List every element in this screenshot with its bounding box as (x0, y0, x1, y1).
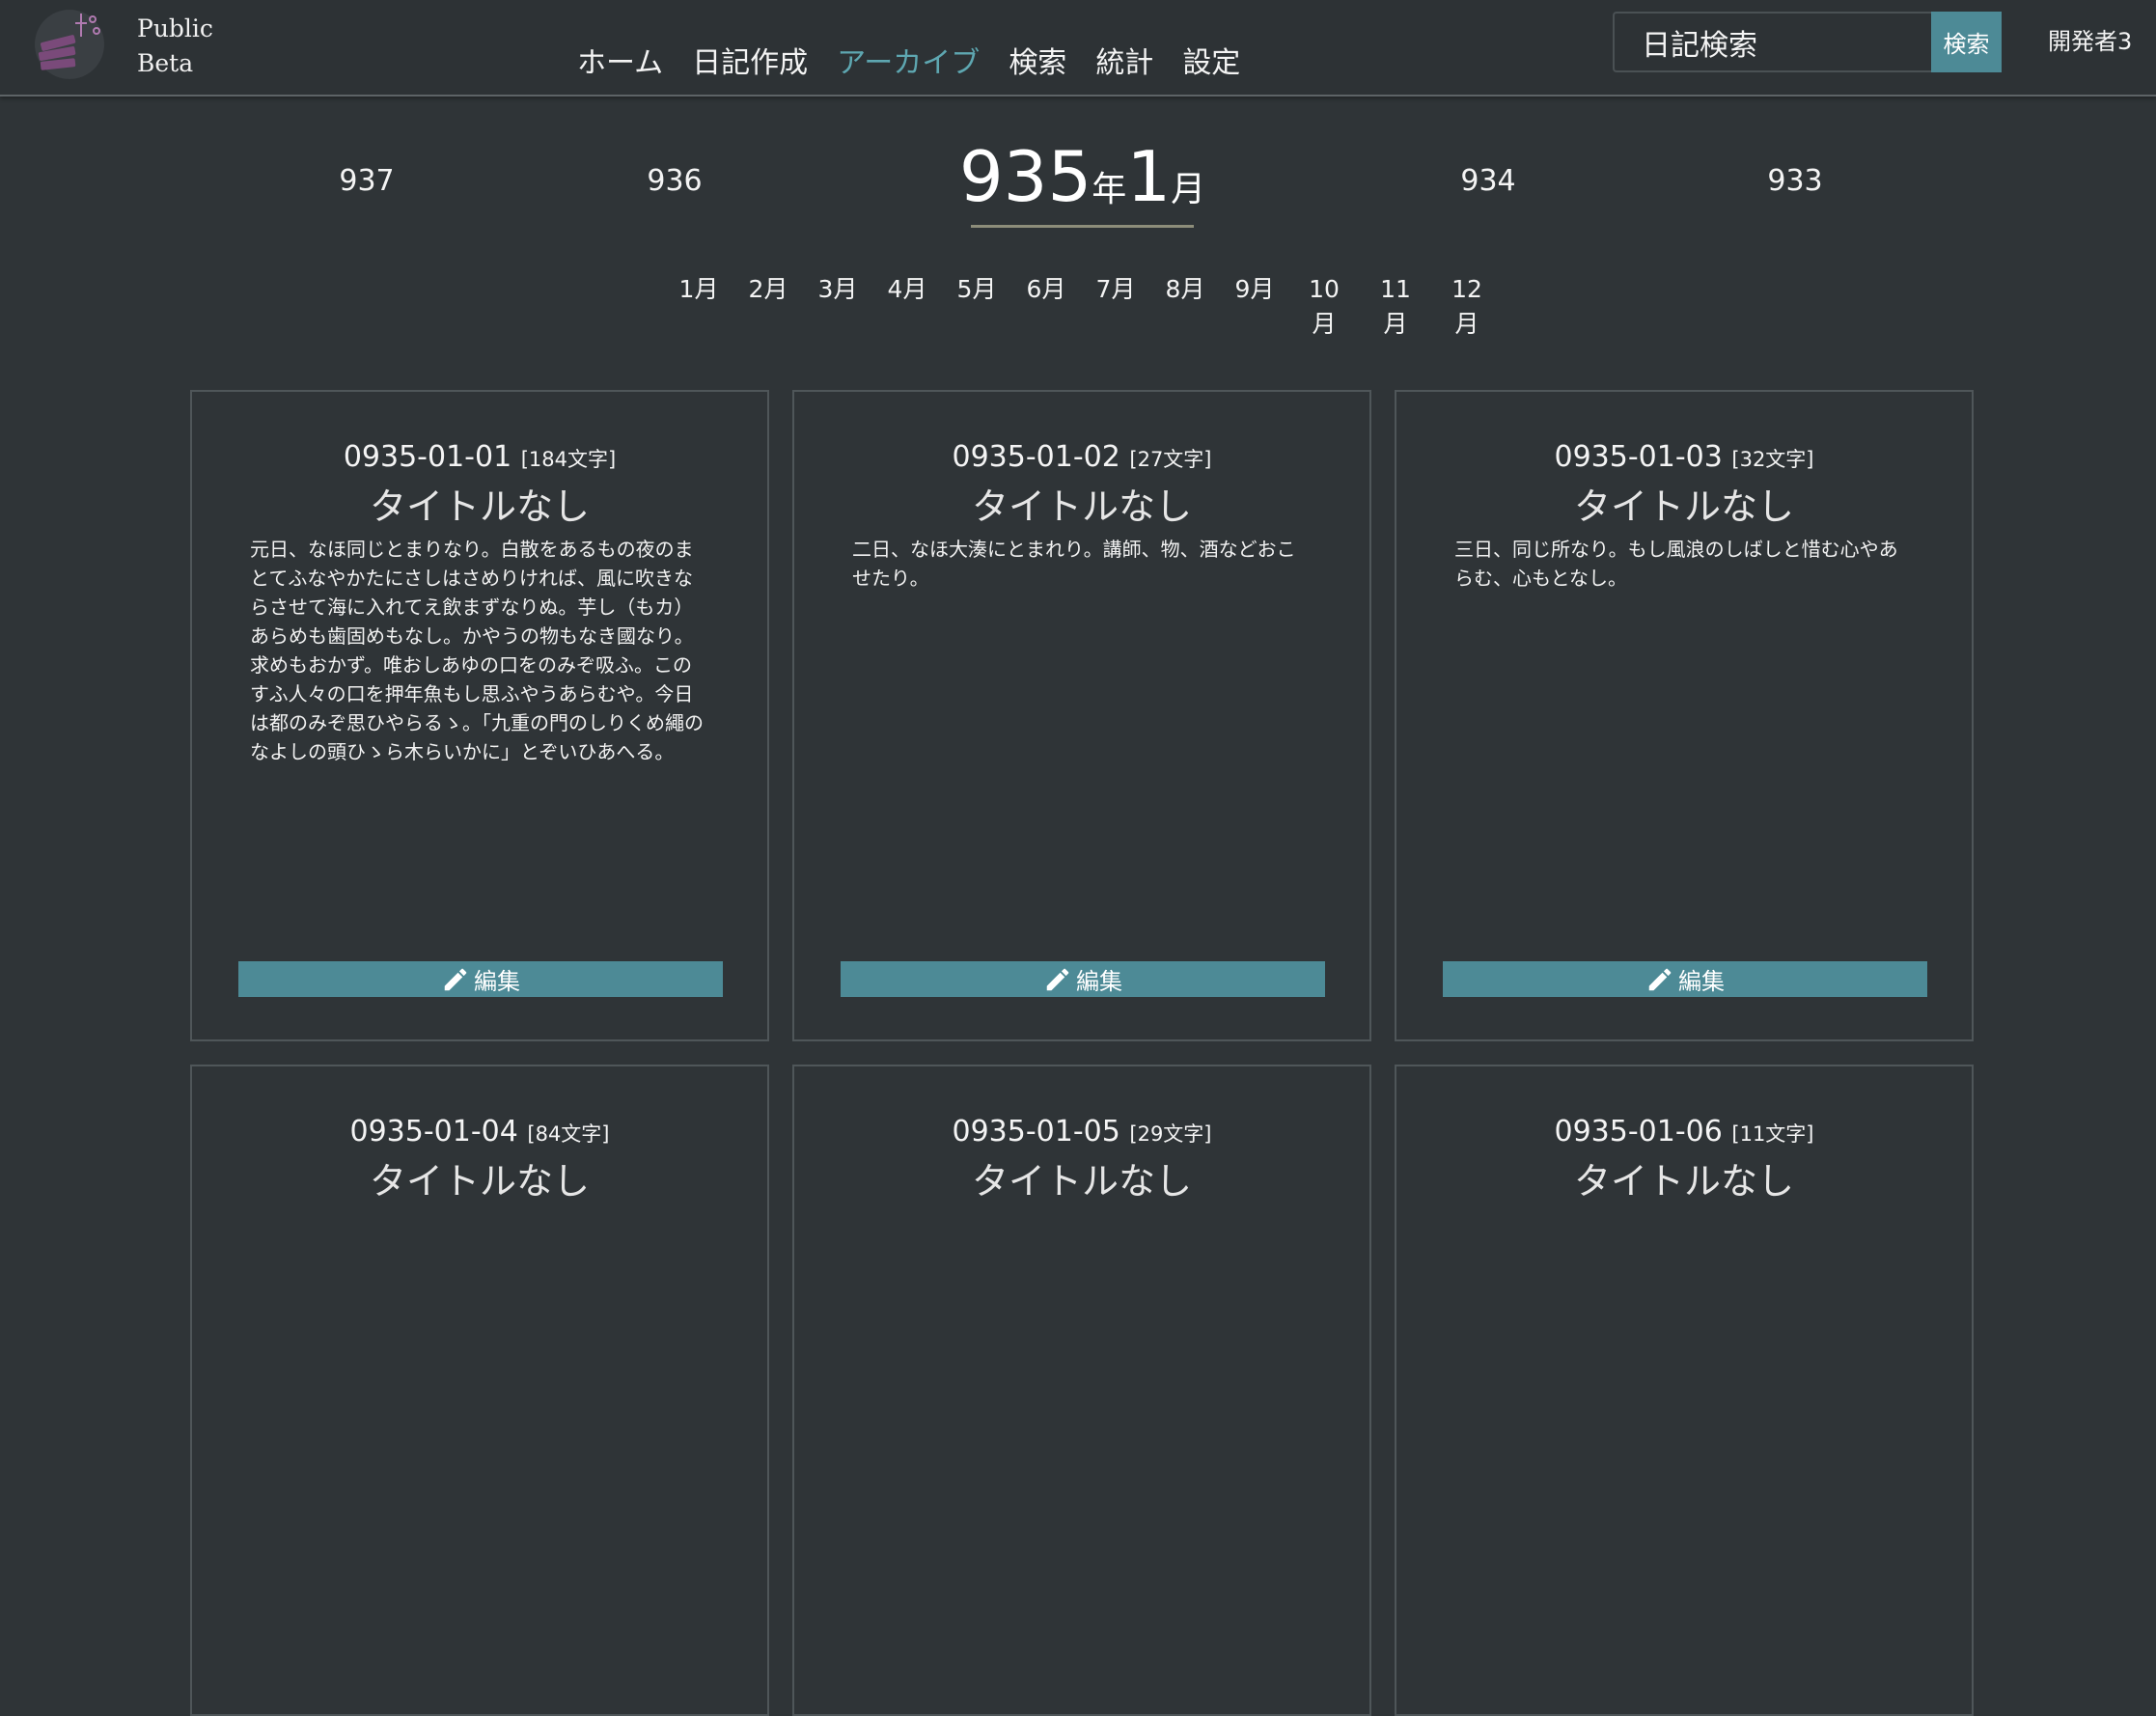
edit-button[interactable]: 編集 (1443, 961, 1927, 997)
nav-home[interactable]: ホーム (577, 42, 663, 85)
edit-button[interactable]: 編集 (841, 961, 1325, 997)
diary-search-input[interactable]: 日記検索 (1613, 12, 1931, 72)
brand-line-2: Beta (137, 49, 194, 77)
year-link-934[interactable]: 934 (1460, 164, 1515, 198)
nav-search[interactable]: 検索 (1009, 42, 1066, 85)
diary-card: 0935-01-02 [27文字] タイトルなし 二日、なほ大湊にとまれり。講師… (792, 390, 1371, 1041)
current-year: 935 (958, 136, 1092, 217)
card-title[interactable]: タイトルなし (1396, 477, 1972, 530)
card-title[interactable]: タイトルなし (192, 477, 767, 530)
top-navbar: Public Beta ホーム 日記作成 アーカイブ 検索 統計 設定 日記検索… (0, 0, 2156, 97)
card-char-count: [11文字] (1731, 1122, 1814, 1146)
card-char-count: [27文字] (1129, 448, 1212, 471)
month-link-5[interactable]: 5月 (954, 272, 1000, 342)
edit-button[interactable]: 編集 (238, 961, 723, 997)
search-placeholder: 日記検索 (1642, 28, 1757, 63)
card-date[interactable]: 0935-01-01 (344, 440, 511, 474)
nav-stats[interactable]: 統計 (1095, 42, 1153, 85)
month-link-2[interactable]: 2月 (745, 272, 791, 342)
month-link-7[interactable]: 7月 (1092, 272, 1139, 342)
card-body: 元日、なほ同じとまりなり。白散をあるもの夜のまとてふなやかたにさしはさめりければ… (250, 538, 704, 763)
card-title[interactable]: タイトルなし (192, 1151, 767, 1204)
year-link-933[interactable]: 933 (1767, 164, 1822, 198)
month-link-11[interactable]: 11月 (1368, 272, 1423, 342)
month-link-6[interactable]: 6月 (1023, 272, 1069, 342)
card-title[interactable]: タイトルなし (1396, 1151, 1972, 1204)
pencil-icon (1648, 968, 1672, 990)
main-nav: ホーム 日記作成 アーカイブ 検索 統計 設定 (577, 42, 1240, 85)
diary-card: 0935-01-03 [32文字] タイトルなし 三日、同じ所なり。もし風浪のし… (1395, 390, 1974, 1041)
current-month: 1 (1126, 136, 1172, 217)
card-date-line: 0935-01-05 [29文字] (794, 1115, 1369, 1149)
edit-label: 編集 (474, 968, 520, 995)
card-date-line: 0935-01-04 [84文字] (192, 1115, 767, 1149)
card-date[interactable]: 0935-01-03 (1554, 440, 1722, 474)
month-link-9[interactable]: 9月 (1231, 272, 1278, 342)
card-char-count: [29文字] (1129, 1122, 1212, 1146)
card-char-count: [184文字] (520, 448, 617, 471)
card-date-line: 0935-01-06 [11文字] (1396, 1115, 1972, 1149)
month-link-12[interactable]: 12月 (1440, 272, 1494, 342)
month-unit: 月 (1171, 170, 1206, 209)
card-body: 三日、同じ所なり。もし風浪のしばしと惜む心やあらむ、心もとなし。 (1454, 538, 1898, 590)
diary-card: 0935-01-05 [29文字] タイトルなし (792, 1065, 1371, 1716)
month-link-10[interactable]: 10月 (1297, 272, 1351, 342)
card-date[interactable]: 0935-01-05 (952, 1115, 1119, 1149)
year-link-936[interactable]: 936 (647, 164, 702, 198)
month-link-8[interactable]: 8月 (1162, 272, 1208, 342)
pencil-icon (444, 968, 467, 990)
card-char-count: [84文字] (527, 1122, 610, 1146)
edit-label: 編集 (1076, 968, 1122, 995)
year-link-937[interactable]: 937 (339, 164, 394, 198)
card-date[interactable]: 0935-01-02 (952, 440, 1119, 474)
nav-archive[interactable]: アーカイブ (837, 42, 980, 85)
card-date-line: 0935-01-01 [184文字] (192, 440, 767, 474)
user-menu[interactable]: 開発者3 (2048, 25, 2132, 58)
current-year-month: 935 年 1 月 (959, 135, 1205, 228)
card-body: 二日、なほ大湊にとまれり。講師、物、酒などおこせたり。 (852, 538, 1296, 590)
card-date-line: 0935-01-02 [27文字] (794, 440, 1369, 474)
card-char-count: [32文字] (1731, 448, 1814, 471)
diary-card: 0935-01-01 [184文字] タイトルなし 元日、なほ同じとまりなり。白… (190, 390, 769, 1041)
edit-label: 編集 (1678, 968, 1725, 995)
card-title[interactable]: タイトルなし (794, 477, 1369, 530)
brand-line-1: Public (137, 14, 213, 42)
month-link-4[interactable]: 4月 (884, 272, 930, 342)
nav-settings[interactable]: 設定 (1182, 42, 1240, 85)
month-selector: 1月 2月 3月 4月 5月 6月 7月 8月 9月 10月 11月 12月 (676, 272, 1494, 342)
diary-card: 0935-01-04 [84文字] タイトルなし (190, 1065, 769, 1716)
month-link-3[interactable]: 3月 (815, 272, 861, 342)
card-title[interactable]: タイトルなし (794, 1151, 1369, 1204)
year-unit: 年 (1092, 170, 1127, 209)
card-date-line: 0935-01-03 [32文字] (1396, 440, 1972, 474)
nav-create-diary[interactable]: 日記作成 (692, 42, 808, 85)
pencil-icon (1046, 968, 1069, 990)
month-link-1[interactable]: 1月 (676, 272, 722, 342)
search-button[interactable]: 検索 (1931, 12, 2002, 72)
card-date[interactable]: 0935-01-04 (349, 1115, 517, 1149)
card-date[interactable]: 0935-01-06 (1554, 1115, 1722, 1149)
book-stack-logo-icon[interactable] (29, 4, 110, 81)
brand-name[interactable]: Public Beta (137, 12, 213, 81)
diary-card: 0935-01-06 [11文字] タイトルなし (1395, 1065, 1974, 1716)
